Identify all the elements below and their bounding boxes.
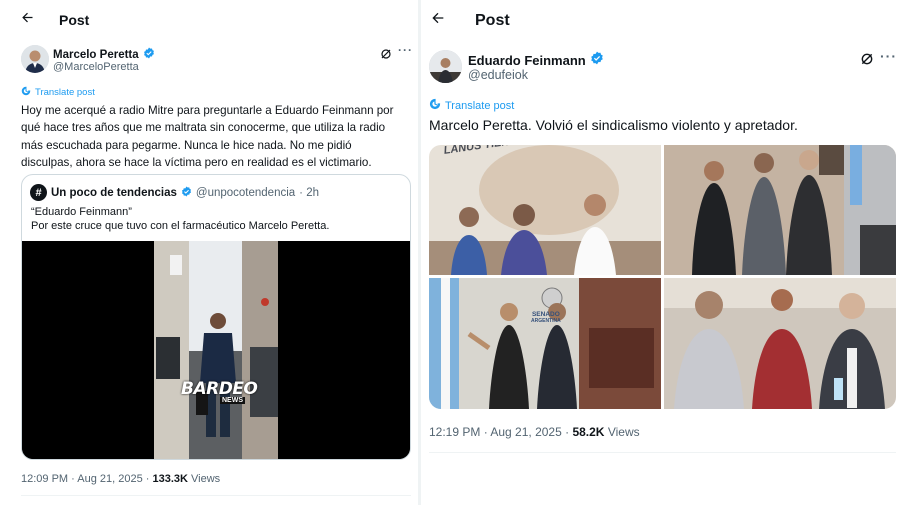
video-frame bbox=[22, 241, 410, 459]
author-name[interactable]: Eduardo Feinmann bbox=[468, 53, 586, 68]
post-text-line: disculpas, ahora se hace la víctima pero… bbox=[21, 155, 372, 169]
quoted-text-line: Por este cruce que tuvo con el farmacéut… bbox=[31, 220, 330, 232]
page-title: Post bbox=[59, 12, 90, 28]
photo-1[interactable]: LANUS TIENE UN PUEBLO bbox=[429, 145, 661, 275]
quoted-author-name[interactable]: Un poco de tendencias bbox=[51, 187, 177, 199]
post-text: Hoy me acerqué a radio Mitre para pregun… bbox=[21, 102, 394, 171]
photo-3-sign-line: ARGENTINA bbox=[531, 318, 561, 324]
author-name[interactable]: Marcelo Peretta bbox=[53, 49, 139, 61]
grok-icon[interactable] bbox=[860, 52, 874, 71]
divider bbox=[21, 495, 411, 496]
photo-4-image bbox=[664, 278, 896, 409]
translate-post-link[interactable]: Translate post bbox=[21, 86, 95, 99]
photo-3[interactable]: SENADO ARGENTINA bbox=[429, 278, 661, 409]
photo-3-image bbox=[429, 278, 661, 409]
post-meta: 12:19 PM · Aug 21, 2025 · 58.2K Views bbox=[429, 425, 640, 439]
arrow-left-icon[interactable] bbox=[430, 10, 446, 31]
verified-badge-icon bbox=[181, 185, 192, 200]
translate-post-link[interactable]: Translate post bbox=[429, 98, 514, 113]
quoted-post-time[interactable]: · 2h bbox=[299, 187, 319, 199]
video-watermark-sub: NEWS bbox=[220, 397, 245, 404]
quoted-post-header: # Un poco de tendencias @unpocotendencia… bbox=[30, 184, 319, 201]
page-title: Post bbox=[475, 11, 510, 29]
quoted-text-line: “Eduardo Feinmann” bbox=[31, 206, 132, 218]
video-player[interactable]: BARDEO NEWS bbox=[22, 241, 410, 459]
photo-grid: LANUS TIENE UN PUEBLO bbox=[429, 145, 896, 409]
translate-label: Translate post bbox=[35, 87, 95, 98]
views-label: Views bbox=[607, 425, 640, 439]
avatar[interactable] bbox=[429, 50, 462, 83]
left-post-panel: Post Marcelo Peretta @MarceloPeretta ···… bbox=[0, 0, 418, 505]
views-count: 133.3K bbox=[152, 473, 188, 485]
post-text-line: Hoy me acerqué a radio Mitre para pregun… bbox=[21, 104, 394, 117]
translate-label: Translate post bbox=[445, 99, 515, 112]
photo-3-sign-text: SENADO ARGENTINA bbox=[531, 311, 561, 325]
views-label: Views bbox=[191, 473, 221, 485]
right-post-panel: Post Eduardo Feinmann @edufeiok ··· Tran… bbox=[421, 0, 900, 505]
photo-4[interactable] bbox=[664, 278, 896, 409]
quoted-avatar[interactable]: # bbox=[30, 184, 47, 201]
right-post-header: Post bbox=[430, 10, 510, 31]
post-text-line: qué hace tres años que me maltrata sin c… bbox=[21, 121, 386, 135]
more-options-icon[interactable]: ··· bbox=[398, 43, 413, 57]
post-timestamp[interactable]: 12:09 PM · Aug 21, 2025 · bbox=[21, 473, 149, 485]
left-post-header: Post bbox=[20, 10, 89, 30]
author-handle[interactable]: @MarceloPeretta bbox=[53, 61, 139, 73]
post-text: Marcelo Peretta. Volvió el sindicalismo … bbox=[429, 117, 798, 133]
photo-2-image bbox=[664, 145, 896, 275]
more-options-icon[interactable]: ··· bbox=[880, 48, 897, 64]
video-watermark: BARDEO bbox=[181, 379, 258, 399]
translate-icon bbox=[21, 86, 31, 99]
post-timestamp[interactable]: 12:19 PM · Aug 21, 2025 · bbox=[429, 425, 569, 439]
post-meta: 12:09 PM · Aug 21, 2025 · 133.3K Views bbox=[21, 473, 220, 485]
photo-1-image bbox=[429, 145, 661, 275]
translate-icon bbox=[429, 98, 441, 113]
quoted-author-handle[interactable]: @unpocotendencia bbox=[196, 187, 295, 199]
views-count: 58.2K bbox=[572, 425, 605, 439]
verified-badge-icon bbox=[590, 51, 604, 70]
arrow-left-icon[interactable] bbox=[20, 10, 35, 30]
avatar[interactable] bbox=[21, 45, 49, 73]
quoted-post[interactable]: # Un poco de tendencias @unpocotendencia… bbox=[21, 174, 411, 460]
post-text-line: más escuchada para pegarme. Nunca le hic… bbox=[21, 138, 352, 152]
photo-2[interactable] bbox=[664, 145, 896, 275]
grok-icon[interactable] bbox=[380, 47, 392, 65]
photo-3-sign-line: SENADO bbox=[531, 311, 560, 318]
divider bbox=[429, 452, 896, 453]
author-handle[interactable]: @edufeiok bbox=[468, 68, 528, 82]
verified-badge-icon bbox=[143, 46, 155, 64]
